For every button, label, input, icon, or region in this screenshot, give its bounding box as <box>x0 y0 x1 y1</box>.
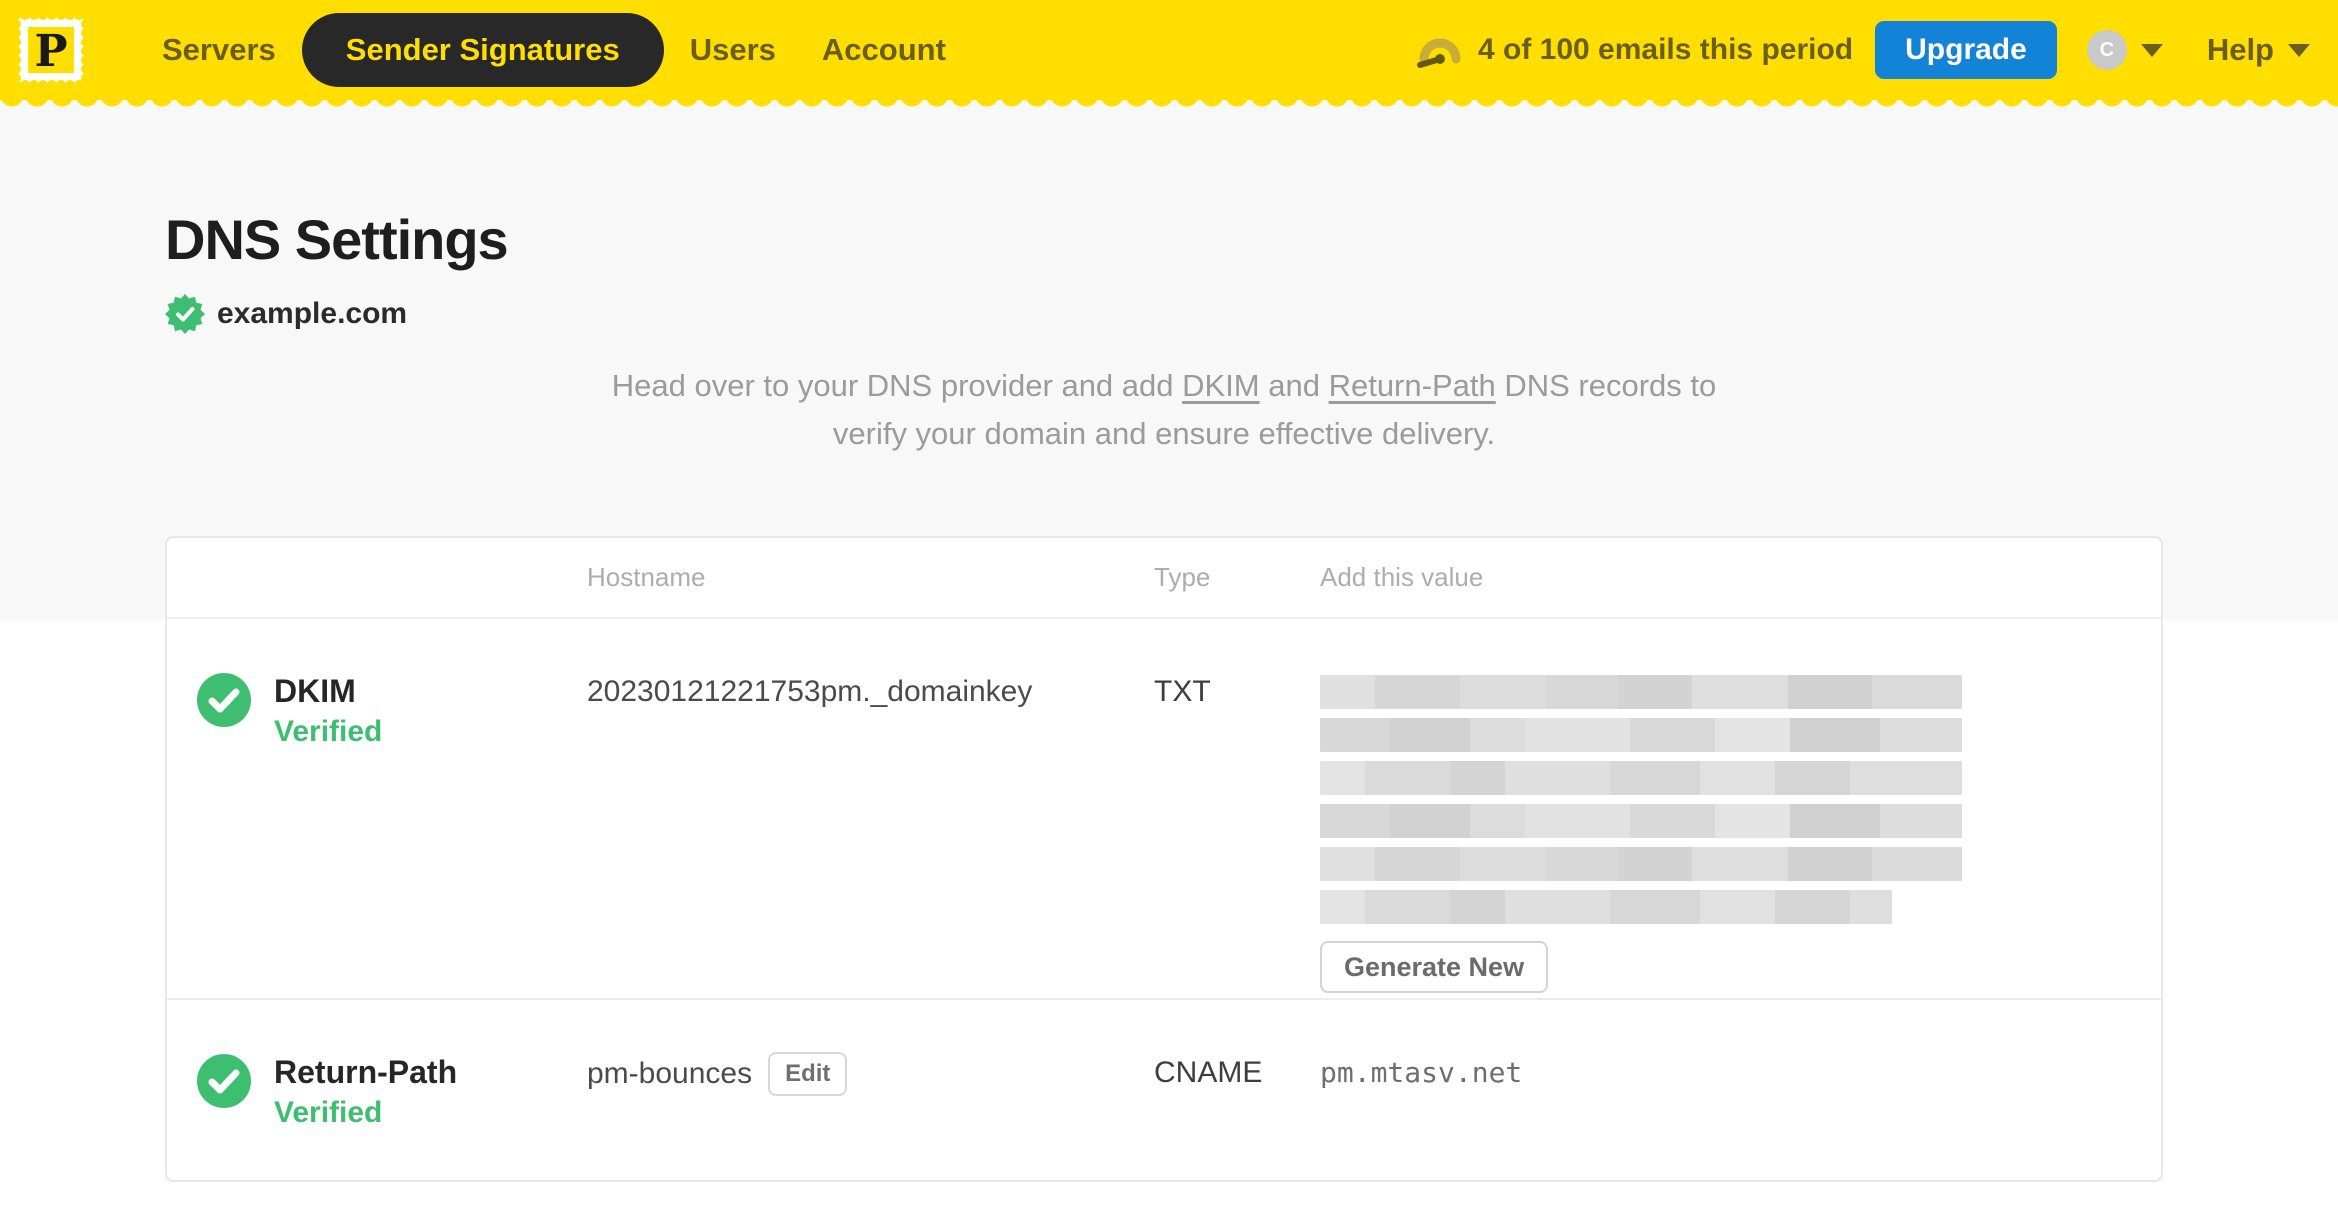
redacted-dkim-value <box>1320 675 1962 924</box>
topbar-right-group: 4 of 100 emails this period Upgrade C He… <box>1416 21 2310 79</box>
top-navbar: P Servers Sender Signatures Users Accoun… <box>0 0 2338 112</box>
record-type: CNAME <box>1154 1056 1263 1089</box>
nav-item-account[interactable]: Account <box>802 13 966 87</box>
edit-button[interactable]: Edit <box>768 1052 848 1096</box>
chevron-down-icon <box>2288 43 2310 57</box>
verified-seal-icon <box>165 294 205 334</box>
page-title: DNS Settings <box>165 208 509 271</box>
usage-counter: 4 of 100 emails this period <box>1477 33 1854 66</box>
verified-check-icon <box>197 1054 251 1108</box>
record-name-cell: Return-Path Verified <box>167 1000 587 1180</box>
postmark-logo-icon[interactable]: P <box>12 11 90 89</box>
dkim-link[interactable]: DKIM <box>1182 368 1260 403</box>
upgrade-button[interactable]: Upgrade <box>1875 21 2057 79</box>
svg-text:P: P <box>34 26 67 77</box>
record-name-cell: DKIM Verified <box>167 619 587 998</box>
record-value: pm.mtasv.net <box>1320 1056 1523 1089</box>
status-badge: Verified <box>274 715 383 748</box>
status-badge: Verified <box>274 1096 383 1129</box>
dns-records-table: Hostname Type Add this value DKIM Verifi… <box>165 536 2163 1182</box>
column-header-hostname: Hostname <box>587 562 706 592</box>
nav-item-servers[interactable]: Servers <box>142 13 296 87</box>
intro-text: Head over to your DNS provider and add D… <box>611 368 1717 451</box>
record-value-cell: Generate New <box>1320 619 2161 998</box>
record-name: DKIM <box>274 673 356 709</box>
column-header-type: Type <box>1154 562 1211 592</box>
verified-domain: example.com <box>165 294 2163 334</box>
column-header-value: Add this value <box>1320 562 1484 592</box>
usage-gauge-icon <box>1416 38 1461 68</box>
nav-item-users[interactable]: Users <box>670 13 796 87</box>
redacted-line <box>1320 890 1892 924</box>
table-header-row: Hostname Type Add this value <box>167 538 2161 619</box>
record-type: TXT <box>1154 675 1211 708</box>
redacted-line <box>1320 761 1962 795</box>
account-menu[interactable]: C <box>2086 30 2163 70</box>
avatar: C <box>2086 30 2127 70</box>
table-row-dkim: DKIM Verified 20230121221753pm._domainke… <box>167 619 2161 1000</box>
record-hostname: 20230121221753pm._domainkey <box>587 675 1033 708</box>
table-row-return-path: Return-Path Verified pm-bounces Edit CNA… <box>167 1000 2161 1180</box>
redacted-line <box>1320 718 1962 752</box>
redacted-line <box>1320 847 1962 881</box>
chevron-down-icon <box>2140 43 2163 57</box>
primary-nav: Servers Sender Signatures Users Account <box>142 13 966 87</box>
verified-check-icon <box>197 673 251 727</box>
return-path-link[interactable]: Return-Path <box>1329 368 1496 403</box>
record-hostname: pm-bounces <box>587 1057 753 1090</box>
record-hostname-cell: pm-bounces Edit <box>587 1000 1154 1180</box>
redacted-line <box>1320 675 1962 709</box>
generate-new-button[interactable]: Generate New <box>1320 941 1549 993</box>
record-name: Return-Path <box>274 1054 458 1090</box>
help-menu[interactable]: Help <box>2207 32 2310 68</box>
nav-item-sender-signatures[interactable]: Sender Signatures <box>301 13 664 87</box>
redacted-line <box>1320 804 1962 838</box>
domain-name: example.com <box>217 297 408 330</box>
